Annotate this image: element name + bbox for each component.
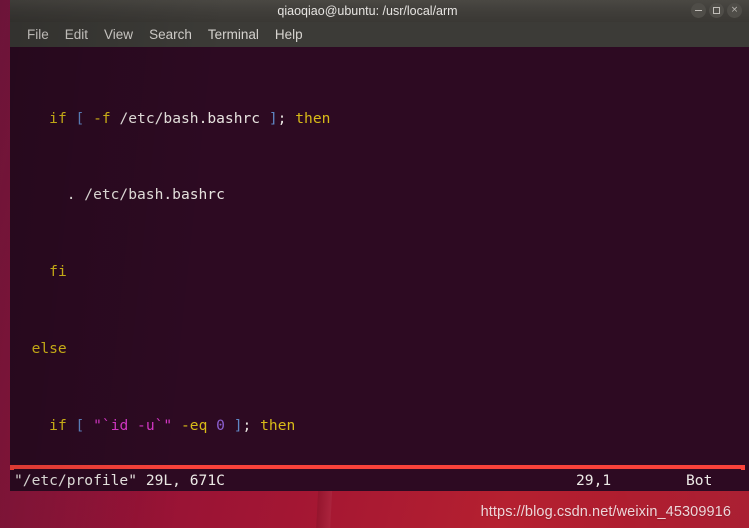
token-source-cmd: . /etc/bash.bashrc [66,186,225,204]
code-line: . /etc/bash.bashrc [14,185,749,204]
editor-status-line: "/etc/profile" 29L, 671C 29,1 Bot [10,470,749,491]
status-line-count: 29L, [145,472,181,489]
token-bracket: ] [268,109,278,127]
token-keyword: then [295,109,331,127]
desktop-background: https://blog.csdn.net/weixin_45309916 qi… [0,0,749,528]
status-filename: "/etc/profile" [14,472,138,489]
token-keyword: if [49,109,67,127]
close-button[interactable]: × [727,3,742,18]
token-keyword: if [49,416,67,434]
menubar: File Edit View Search Terminal Help [10,22,749,47]
menu-item-search[interactable]: Search [142,25,199,44]
status-scroll-indicator: Bot [686,472,713,489]
token-keyword: then [260,416,296,434]
status-char-count: 671C [189,472,225,489]
window-title: qiaoqiao@ubuntu: /usr/local/arm [277,4,458,18]
terminal-body[interactable]: if [ -f /etc/bash.bashrc ]; then . /etc/… [10,47,749,491]
maximize-button[interactable] [709,3,724,18]
minimize-button[interactable] [691,3,706,18]
editor-text-area[interactable]: if [ -f /etc/bash.bashrc ]; then . /etc/… [10,51,749,491]
menu-item-help[interactable]: Help [268,25,310,44]
token-flag: -f [93,109,111,127]
status-cursor-position: 29,1 [576,472,612,489]
code-line: else [14,339,749,358]
token-keyword: fi [49,263,67,281]
menu-item-view[interactable]: View [97,25,140,44]
terminal-window: qiaoqiao@ubuntu: /usr/local/arm × File E… [10,0,749,491]
token-flag: -eq [181,416,208,434]
window-titlebar[interactable]: qiaoqiao@ubuntu: /usr/local/arm × [10,0,749,22]
token-path: /etc/bash.bashrc [110,109,269,127]
watermark-url: https://blog.csdn.net/weixin_45309916 [480,504,731,520]
token-number: 0 [216,416,225,434]
token-bracket: [ [75,416,85,434]
window-controls: × [691,3,742,18]
maximize-icon [713,7,720,14]
close-icon: × [730,5,739,15]
token-keyword: else [31,340,67,357]
code-line: fi [14,262,749,281]
menu-item-edit[interactable]: Edit [58,25,95,44]
token-bracket: ] [233,416,243,434]
menu-item-terminal[interactable]: Terminal [201,25,266,44]
code-line: if [ -f /etc/bash.bashrc ]; then [14,109,749,128]
token-string: "`id -u`" [93,416,173,434]
token-bracket: [ [75,109,85,127]
code-line: if [ "`id -u`" -eq 0 ]; then [14,416,749,435]
minimize-icon [695,9,702,12]
menu-item-file[interactable]: File [20,25,56,44]
